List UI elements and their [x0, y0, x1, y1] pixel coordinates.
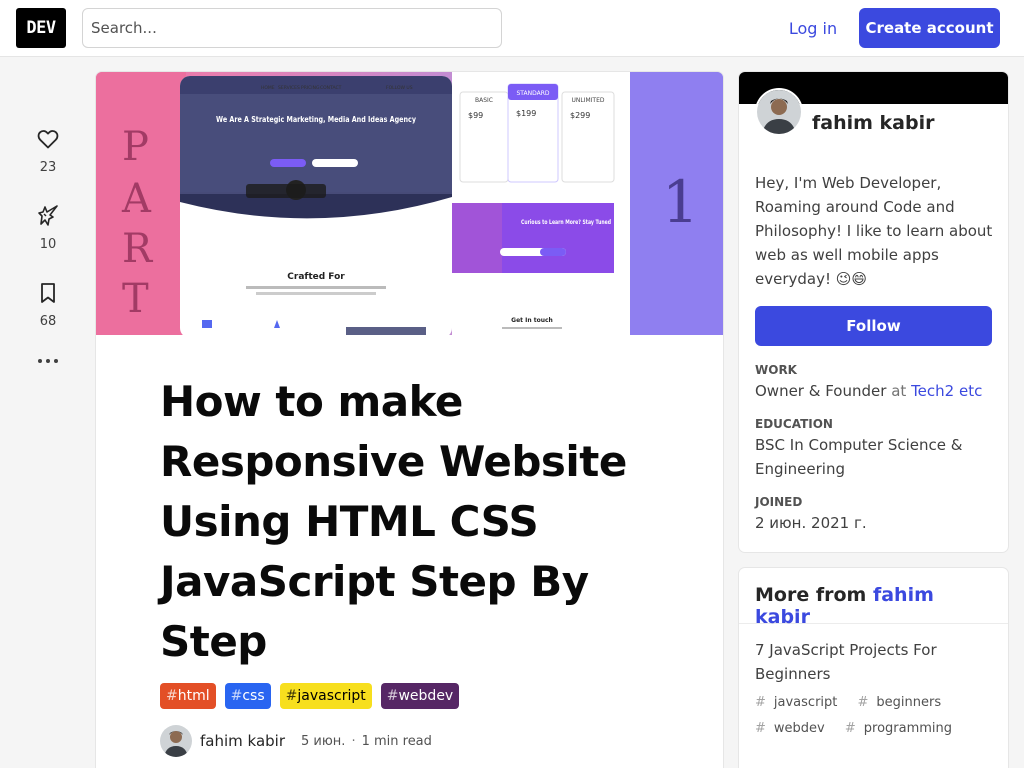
joined-value: 2 июн. 2021 г. — [755, 514, 867, 532]
unicorn-count: 10 — [39, 237, 57, 252]
tag-hash: # — [230, 688, 243, 704]
heart-icon — [33, 124, 63, 154]
tag-hash: # — [857, 695, 869, 710]
part-letter-t: T — [122, 276, 149, 322]
cover-plan-basic: BASIC — [475, 97, 493, 104]
bookmark-icon — [33, 278, 63, 308]
profile-name[interactable]: fahim kabir — [812, 112, 934, 134]
work-value: Owner & Founder at Tech2 etc — [755, 379, 995, 403]
cover-curious: Curious to Learn More? Stay Tuned — [521, 219, 611, 226]
top-navbar: DEV Log in Create account — [0, 0, 1024, 57]
more-from-prefix: More from — [755, 584, 867, 606]
work-role: Owner & Founder — [755, 382, 887, 400]
tag-webdev[interactable]: # webdev — [755, 721, 833, 736]
cover-nav-home: HOME — [261, 85, 275, 91]
more-from-card: More from fahim kabir 7 JavaScript Proje… — [739, 568, 1008, 768]
tag-hash: # — [755, 695, 766, 710]
cover-price-standard: $199 — [516, 109, 536, 118]
search-input[interactable] — [82, 8, 502, 48]
follow-button[interactable]: Follow — [755, 306, 992, 346]
cover-image: P A R T 1 HOME SERVICES PRICING CONTACT … — [96, 72, 723, 335]
work-org[interactable]: Tech2 etc — [911, 382, 982, 400]
read-time: 1 min read — [361, 733, 432, 749]
tag-hash: # — [844, 721, 856, 736]
tag-javascript[interactable]: # javascript — [279, 683, 372, 709]
cover-plan-standard: STANDARD — [516, 90, 549, 97]
work-label: Work — [755, 363, 797, 377]
cover-crafted: Crafted For — [287, 272, 345, 282]
more-from-heading: More from fahim kabir — [739, 568, 1008, 628]
cover-nav-services: SERVICES — [278, 85, 300, 91]
cover-nav-contact: CONTACT — [320, 85, 342, 91]
article-tags: # html # css # javascript # webdev — [160, 683, 460, 709]
work-at: at — [891, 382, 907, 400]
create-account-button[interactable]: Create account — [859, 8, 1000, 48]
tag-label: beginners — [876, 695, 942, 710]
article-title: How to make Responsive Website Using HTM… — [160, 377, 627, 666]
author-avatar[interactable] — [160, 725, 192, 757]
profile-avatar[interactable] — [755, 88, 803, 136]
cover-headline: We Are A Strategic Marketing, Media And … — [216, 115, 417, 124]
tag-beginners[interactable]: # beginners — [858, 695, 950, 710]
reaction-bookmark[interactable]: 68 — [24, 278, 72, 329]
tag-hash: # — [285, 688, 298, 704]
list-item[interactable]: 7 JavaScript Projects For Beginners # jav… — [739, 624, 1008, 756]
profile-joined: Joined 2 июн. 2021 г. — [755, 495, 995, 535]
cover-price-basic: $99 — [468, 111, 483, 120]
unicorn-icon — [33, 201, 63, 231]
tag-hash: # — [166, 688, 178, 704]
tag-label: webdev — [773, 721, 825, 736]
part-letter-a: A — [121, 176, 152, 222]
education-value: BSC In Computer Science & Engineering — [755, 436, 963, 478]
part-letter-r: R — [122, 226, 154, 272]
tag-hash: # — [386, 688, 399, 704]
reaction-unicorn[interactable]: 10 — [24, 201, 72, 252]
bookmark-count: 68 — [39, 314, 57, 329]
more-from-item-tags: # javascript # beginners # webdev # programm… — [755, 690, 992, 742]
profile-bio: Hey, I'm Web Developer, Roaming around C… — [755, 174, 993, 288]
ellipsis-icon[interactable] — [24, 349, 72, 370]
meta-separator: · — [351, 733, 356, 749]
reactions-rail: 23 10 68 — [24, 124, 72, 370]
article-author-line: fahim kabir 5 июн. · 1 min read — [160, 725, 432, 757]
tag-label: html — [177, 688, 210, 704]
author-profile-card: fahim kabir Hey, I'm Web Developer, Roam… — [739, 72, 1008, 552]
tag-webdev[interactable]: # webdev — [380, 683, 460, 709]
part-letter-p: P — [122, 124, 149, 170]
cover-nav-pricing: PRICING — [301, 85, 320, 91]
reaction-heart[interactable]: 23 — [24, 124, 72, 175]
heart-count: 23 — [39, 160, 57, 175]
cover-get-in-touch: Get In touch — [511, 317, 553, 324]
tag-css[interactable]: # css — [224, 683, 271, 709]
cover-follow-us: FOLLOW US — [386, 85, 413, 91]
tag-label: javascript — [773, 695, 838, 710]
author-name[interactable]: fahim kabir — [200, 732, 285, 750]
tag-label: css — [242, 688, 265, 704]
education-label: Education — [755, 417, 833, 431]
article-card: P A R T 1 HOME SERVICES PRICING CONTACT … — [96, 72, 723, 768]
tag-label: javascript — [297, 688, 366, 704]
tag-programming[interactable]: # programming — [845, 721, 960, 736]
tag-javascript[interactable]: # javascript — [755, 695, 845, 710]
cover-plan-unlimited: UNLIMITED — [571, 97, 604, 104]
profile-work: Work Owner & Founder at Tech2 etc — [755, 363, 995, 403]
joined-label: Joined — [755, 495, 803, 509]
tag-label: webdev — [398, 688, 454, 704]
publish-date: 5 июн. — [301, 733, 346, 749]
dev-logo[interactable]: DEV — [16, 8, 66, 48]
tag-hash: # — [755, 721, 766, 736]
tag-label: programming — [863, 721, 953, 736]
part-number: 1 — [662, 168, 699, 236]
profile-education: Education BSC In Computer Science & Engi… — [755, 417, 995, 481]
cover-price-unlimited: $299 — [570, 111, 590, 120]
more-from-item-title[interactable]: 7 JavaScript Projects For Beginners — [755, 638, 992, 686]
tag-html[interactable]: # html — [160, 683, 216, 709]
login-link[interactable]: Log in — [776, 8, 850, 48]
